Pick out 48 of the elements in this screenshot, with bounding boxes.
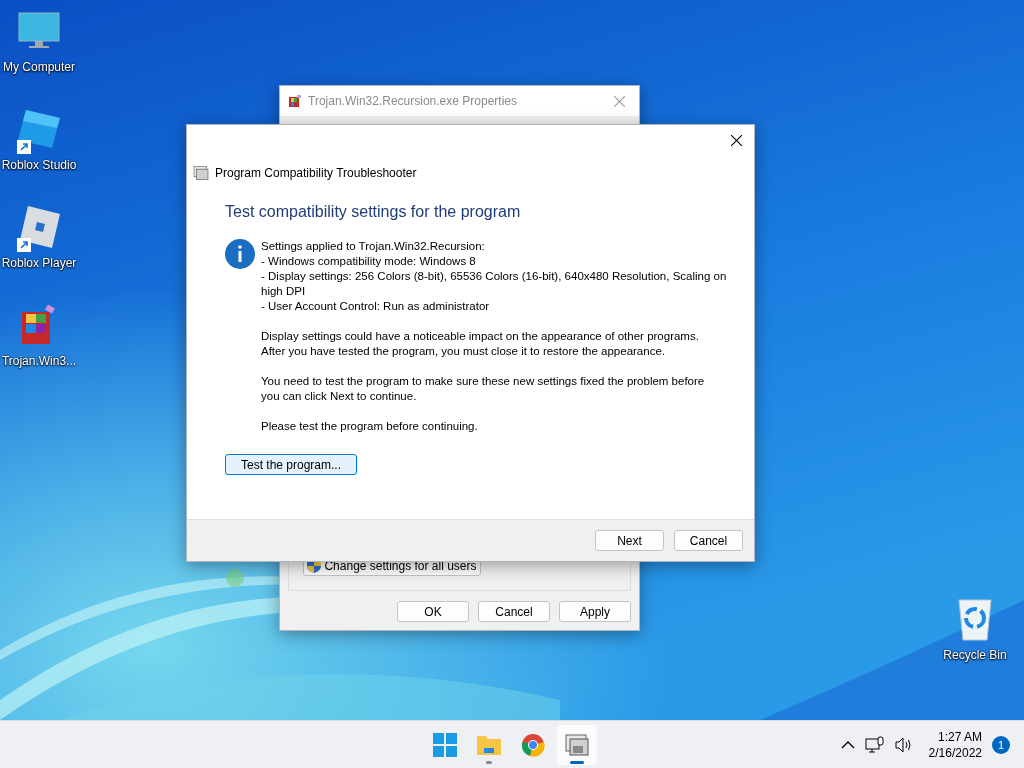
icon-label: Trojan.Win3... — [1, 354, 77, 368]
archive-icon — [288, 94, 302, 108]
browser-icon — [521, 733, 545, 757]
window-stack-icon — [565, 734, 589, 756]
info-text: you can click Next to continue. — [261, 389, 418, 404]
dialog-button[interactable]: Cancel — [674, 530, 743, 551]
info-text: - Windows compatibility mode: Windows 8 — [261, 254, 477, 269]
dialog-button[interactable]: Apply — [559, 601, 631, 622]
window-title: Trojan.Win32.Recursion.exe Properties — [308, 94, 518, 108]
volume-icon[interactable] — [894, 737, 913, 753]
info-text: Display settings could have a noticeable impact on the appearance of other programs. — [261, 329, 700, 344]
desktop-icon[interactable]: Recycle Bin — [936, 594, 1014, 674]
icon-label: Roblox Studio — [1, 158, 77, 172]
info-text: - Display settings: 256 Colors (8-bit), 65536 Colors (16-bit), 640x480 Resolution, Scaling on — [261, 269, 727, 284]
desktop-icon[interactable]: Trojan.Win3... — [0, 300, 78, 380]
info-icon — [225, 239, 255, 269]
clock-date: 2/16/2022 — [928, 745, 982, 761]
dialog-title: Program Compatibility Troubleshooter — [215, 166, 417, 180]
icon-label: Roblox Player — [1, 256, 77, 270]
dialog-button[interactable]: Cancel — [478, 601, 550, 622]
desktop-icon[interactable]: My Computer — [0, 6, 78, 86]
notification-badge[interactable]: 1 — [992, 736, 1010, 754]
windows-logo-icon — [433, 733, 457, 757]
taskbar-button[interactable] — [557, 725, 597, 765]
close-icon — [730, 134, 742, 146]
recycle-bin-icon — [955, 596, 995, 642]
info-text: high DPI — [261, 284, 307, 299]
dialog-heading: Test compatibility settings for the program — [225, 203, 522, 221]
icon-label: My Computer — [3, 60, 75, 74]
folder-icon — [476, 734, 502, 756]
icon-label: Recycle Bin — [943, 648, 1007, 662]
test-program-button[interactable]: Test the program... — [225, 454, 357, 475]
desktop-icon[interactable]: Roblox Player — [0, 202, 78, 282]
dialog-button[interactable]: OK — [397, 601, 469, 622]
dialog-button[interactable]: Next — [595, 530, 664, 551]
clock[interactable]: 1:27 AM 2/16/2022 — [928, 729, 982, 761]
close-icon — [613, 95, 625, 107]
desktop-icon[interactable]: Roblox Studio — [0, 104, 78, 184]
info-text: - User Account Control: Run as administrator — [261, 299, 491, 314]
info-text: After you have tested the program, you must close it to restore the appearance. — [261, 344, 666, 359]
clock-time: 1:27 AM — [937, 729, 982, 745]
chevron-up-icon[interactable] — [840, 740, 855, 750]
network-icon[interactable] — [864, 736, 885, 754]
window-stack-icon — [193, 166, 209, 180]
monitor-icon — [17, 11, 61, 51]
info-text: Please test the program before continuing. — [261, 419, 479, 434]
info-text: Settings applied to Trojan.Win32.Recursion: — [261, 239, 486, 254]
info-text: You need to test the program to make sure these new settings fixed the problem before — [261, 374, 706, 389]
